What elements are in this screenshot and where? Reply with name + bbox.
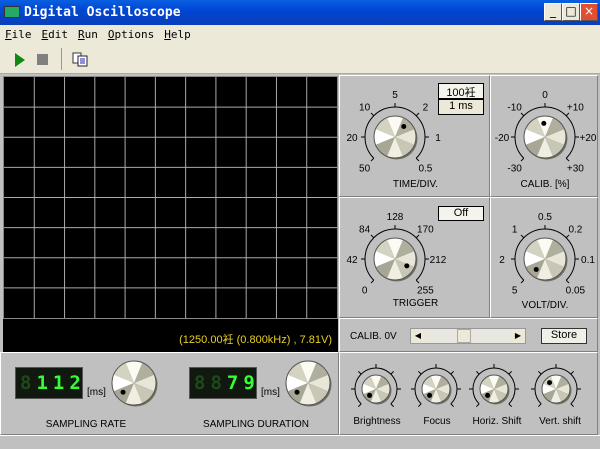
scale-label: 5 [392, 90, 398, 101]
calib-0v-slider[interactable]: ◀ ▶ [410, 328, 526, 344]
title-bar: Digital Oscilloscope [0, 0, 600, 25]
menu-edit[interactable]: Edit [37, 25, 74, 41]
time-div-label: TIME/DIV. [392, 179, 439, 190]
scale-label: -20 [495, 133, 510, 144]
vert-shift-label: Vert. shift [539, 416, 581, 427]
menu-help[interactable]: Help [159, 25, 196, 41]
scroll-right-button[interactable]: ▶ [511, 329, 525, 343]
knob-indicator [547, 380, 553, 386]
sampling-duration-display: 8879 [189, 367, 257, 399]
scale-label: +10 [567, 103, 584, 114]
time-div-display-bottom: 1 ms [438, 99, 484, 115]
scale-label: 0.5 [538, 212, 552, 223]
scope-screen[interactable] [3, 76, 338, 319]
window-title: Digital Oscilloscope [24, 5, 181, 20]
scale-label: 0 [542, 90, 548, 101]
maximize-button[interactable]: □ [562, 3, 580, 21]
trigger-off-button[interactable]: Off [438, 206, 484, 221]
menu-file[interactable]: File [0, 25, 37, 41]
stop-icon[interactable] [37, 54, 48, 65]
knob-indicator [404, 263, 410, 269]
trigger-label: TRIGGER [392, 298, 439, 309]
scale-label: 20 [346, 133, 358, 144]
scale-label: 1 [512, 225, 518, 236]
readout-text: (1250.00衽 (0.800kHz) , 7.81V) [179, 334, 332, 346]
menu-bar: File Edit Run Options Help [0, 25, 600, 44]
scale-label: 2 [423, 103, 429, 114]
play-icon[interactable] [14, 52, 26, 68]
scale-label: 128 [387, 212, 404, 223]
app-icon [4, 6, 20, 18]
toolbar [0, 44, 600, 74]
readout-bar: (1250.00衽 (0.800kHz) , 7.81V) [3, 319, 338, 352]
scale-label: +20 [580, 133, 597, 144]
menu-options[interactable]: Options [103, 25, 159, 41]
sampling-duration-unit: [ms] [261, 387, 280, 398]
scale-label: 0.1 [581, 255, 595, 266]
sampling-duration-label: SAMPLING DURATION [203, 419, 309, 430]
scale-label: 212 [430, 255, 447, 266]
scale-label: 0.05 [566, 285, 586, 296]
scale-label: -10 [507, 103, 522, 114]
knob-indicator [541, 120, 547, 126]
sampling-rate-value: 112 [36, 372, 86, 394]
scale-label: +30 [567, 163, 584, 174]
sampling-rate-label: SAMPLING RATE [45, 419, 127, 430]
scale-label: 0 [362, 285, 368, 296]
scale-label: 50 [359, 163, 371, 174]
knob-indicator [485, 392, 491, 398]
status-bar [0, 435, 600, 449]
volt-div-label: VOLT/DIV. [521, 300, 569, 311]
calib-0v-panel: CALIB. 0V ◀ ▶ Store [339, 318, 598, 352]
scale-label: 5 [512, 285, 518, 296]
sampling-rate-unit: [ms] [87, 387, 106, 398]
knob-indicator [120, 389, 126, 395]
scale-label: 0.2 [568, 225, 582, 236]
knob-indicator [367, 392, 373, 398]
horiz-shift-label: Horiz. Shift [472, 416, 522, 427]
scale-label: 0.5 [418, 163, 432, 174]
menu-run[interactable]: Run [73, 25, 103, 41]
slider-thumb[interactable] [457, 329, 472, 343]
scroll-left-button[interactable]: ◀ [411, 329, 425, 343]
knob-indicator [533, 266, 539, 272]
calib-0v-label: CALIB. 0V [350, 331, 397, 342]
copy-icon[interactable] [72, 52, 88, 67]
scale-label: 84 [359, 225, 371, 236]
sampling-duration-value: 79 [226, 372, 260, 394]
sampling-rate-display: 8112 [15, 367, 83, 399]
scale-label: -30 [507, 163, 522, 174]
calib-pct-label: CALIB. [%] [520, 179, 570, 190]
scale-label: 255 [417, 285, 434, 296]
knob-indicator [401, 124, 407, 130]
scale-label: 2 [499, 255, 505, 266]
store-button[interactable]: Store [541, 328, 587, 344]
knob-indicator [294, 389, 300, 395]
time-div-display-top: 100衽 [438, 83, 484, 99]
minimize-button[interactable]: _ [544, 3, 562, 21]
knob-indicator [427, 392, 433, 398]
scale-label: 42 [346, 255, 358, 266]
scale-label: 170 [417, 225, 434, 236]
close-button[interactable]: × [580, 3, 598, 21]
scale-label: 1 [435, 133, 441, 144]
scale-label: 10 [359, 103, 371, 114]
